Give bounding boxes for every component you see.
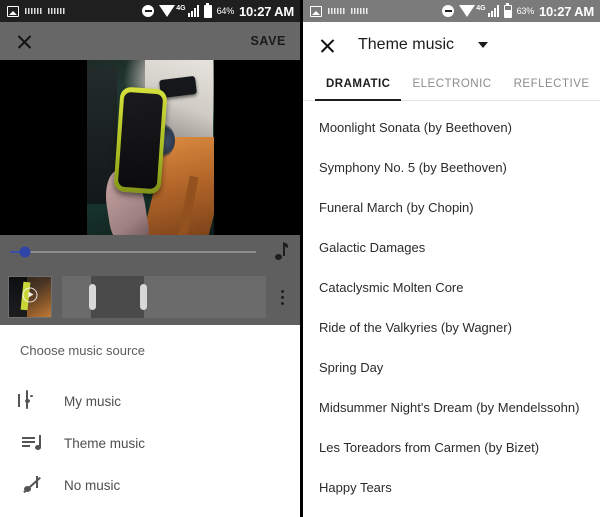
- status-bar-system-icons: 4G 64% 10:27 AM: [142, 2, 294, 19]
- list-item[interactable]: Spring Day: [303, 347, 600, 387]
- left-panel-video-editor: 4G 64% 10:27 AM SAVE Choose music source…: [0, 0, 300, 517]
- list-item[interactable]: Ride of the Valkyries (by Wagner): [303, 307, 600, 347]
- list-item[interactable]: Happy Tears: [303, 467, 600, 507]
- status-bar-system-icons: 4G 63% 10:27 AM: [442, 2, 594, 19]
- clip-timeline: [0, 269, 300, 325]
- library-music-icon: [22, 390, 42, 411]
- left-status-bar: 4G 64% 10:27 AM: [0, 0, 300, 22]
- notification-chip-icon: [351, 8, 368, 14]
- trim-handle-left[interactable]: [88, 284, 96, 310]
- battery-percent-label: 63%: [516, 6, 535, 16]
- notification-chip-icon: [25, 8, 42, 14]
- do-not-disturb-icon: [442, 5, 455, 17]
- sheet-title: Choose music source: [20, 343, 145, 358]
- status-bar-notifications: [310, 5, 368, 17]
- editor-toolbar: SAVE: [0, 22, 300, 60]
- clip-thumbnail[interactable]: [8, 276, 52, 318]
- sheet-item-my-music[interactable]: My music: [0, 380, 300, 422]
- right-status-bar: 4G 63% 10:27 AM: [303, 0, 600, 22]
- video-preview[interactable]: [0, 60, 300, 235]
- battery-icon: [503, 2, 512, 18]
- video-phone-screen-shape: [117, 91, 164, 190]
- tab-dramatic[interactable]: DRAMATIC: [315, 67, 402, 101]
- battery-icon: [203, 2, 212, 18]
- sheet-item-label: Theme music: [64, 435, 146, 451]
- sheet-item-no-music[interactable]: No music: [0, 464, 300, 506]
- list-item[interactable]: Galactic Damages: [303, 227, 600, 267]
- video-frame: [86, 60, 214, 235]
- sheet-item-label: No music: [64, 477, 121, 493]
- sheet-item-theme-music[interactable]: Theme music: [0, 422, 300, 464]
- music-note-icon[interactable]: [274, 241, 288, 261]
- list-item[interactable]: Funeral March (by Chopin): [303, 187, 600, 227]
- network-type-label: 4G: [176, 4, 186, 12]
- notification-chip-icon: [48, 8, 65, 14]
- trim-track[interactable]: [62, 276, 266, 318]
- list-item[interactable]: Moonlight Sonata (by Beethoven): [303, 107, 600, 147]
- trim-handle-right[interactable]: [139, 284, 147, 310]
- do-not-disturb-icon: [142, 5, 155, 17]
- right-panel-theme-music: 4G 63% 10:27 AM Theme music DRAMATIC ELE…: [303, 0, 600, 517]
- overflow-menu-icon[interactable]: [272, 289, 292, 305]
- tab-electronic[interactable]: ELECTRONIC: [401, 67, 502, 100]
- category-tabs: DRAMATIC ELECTRONIC REFLECTIVE: [303, 67, 600, 101]
- playback-seek-row: [0, 235, 300, 269]
- seek-thumb[interactable]: [19, 246, 31, 258]
- queue-music-icon: [22, 433, 42, 453]
- play-icon[interactable]: [22, 287, 38, 303]
- network-type-label: 4G: [476, 4, 486, 12]
- signal-strength-icon: [487, 5, 499, 17]
- close-icon[interactable]: [319, 36, 336, 53]
- theme-music-toolbar: Theme music: [303, 22, 600, 67]
- notification-chip-icon: [328, 8, 345, 14]
- clock-label: 10:27 AM: [239, 3, 294, 19]
- video-phone-case-shape: [113, 86, 168, 195]
- list-item[interactable]: Midsummer Night's Dream (by Mendelssohn): [303, 387, 600, 427]
- clock-label: 10:27 AM: [539, 3, 594, 19]
- wifi-icon: [459, 5, 476, 17]
- save-button[interactable]: SAVE: [250, 34, 286, 48]
- page-title: Theme music: [358, 35, 455, 53]
- track-list: Moonlight Sonata (by Beethoven) Symphony…: [303, 101, 600, 507]
- music-source-bottom-sheet: Choose music source My music Theme music…: [0, 325, 300, 506]
- tab-reflective[interactable]: REFLECTIVE: [503, 67, 600, 100]
- list-item[interactable]: Cataclysmic Molten Core: [303, 267, 600, 307]
- trim-selection: [90, 276, 144, 318]
- screenshot-icon: [310, 5, 322, 17]
- list-item[interactable]: Symphony No. 5 (by Beethoven): [303, 147, 600, 187]
- dual-screenshot: 4G 64% 10:27 AM SAVE Choose music source…: [0, 0, 600, 517]
- seek-slider[interactable]: [10, 246, 256, 258]
- signal-strength-icon: [187, 5, 199, 17]
- music-off-icon: [22, 475, 42, 495]
- list-item[interactable]: Les Toreadors from Carmen (by Bizet): [303, 427, 600, 467]
- battery-percent-label: 64%: [216, 6, 235, 16]
- screenshot-icon: [7, 5, 19, 17]
- status-bar-notifications: [7, 5, 65, 17]
- sheet-item-label: My music: [64, 393, 121, 409]
- close-icon[interactable]: [16, 33, 33, 50]
- chevron-down-icon[interactable]: [478, 41, 489, 48]
- wifi-icon: [159, 5, 176, 17]
